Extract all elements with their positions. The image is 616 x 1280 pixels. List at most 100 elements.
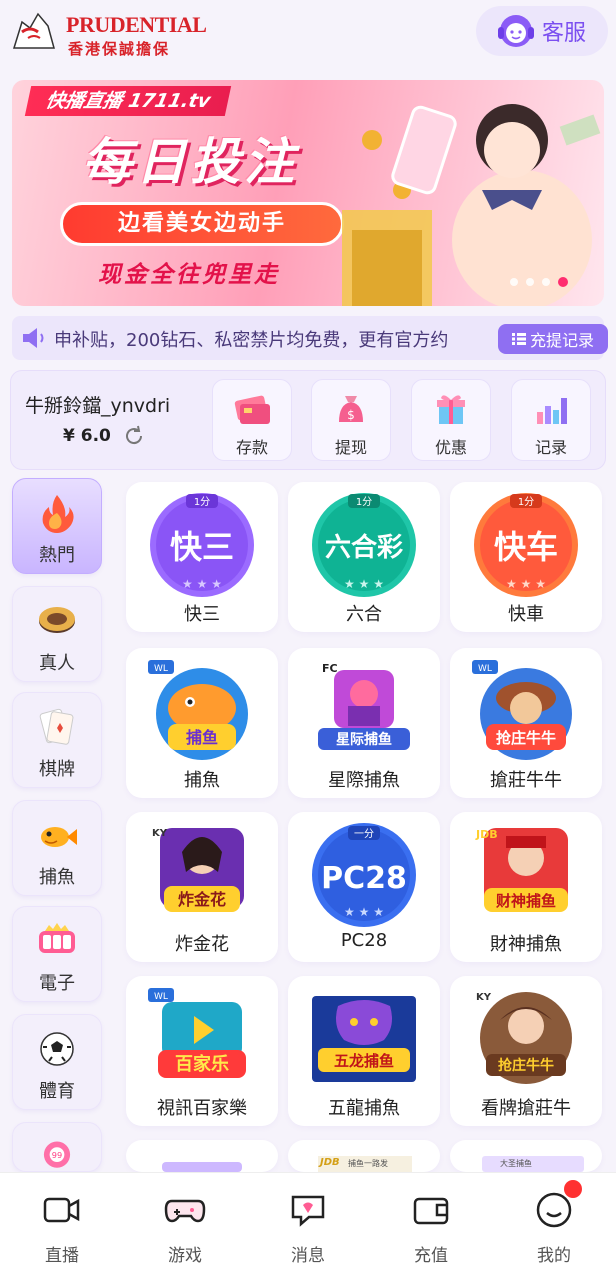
nav-label: 游戏 [168, 1246, 202, 1266]
game-card-partial-ky[interactable]: 大圣捕鱼 [450, 1140, 602, 1172]
wallet-icon [413, 1197, 449, 1225]
promotions-label: 优惠 [434, 438, 467, 457]
fire-icon [42, 495, 74, 533]
fishing-game-icon: 捕鱼 WL [148, 660, 248, 760]
prudential-logo: PRUDENTIAL 香港保誠擔保 [8, 8, 207, 58]
svg-text:捕鱼: 捕鱼 [186, 728, 218, 747]
recharge-records-label: 充提记录 [529, 331, 594, 350]
records-button[interactable]: 记录 [511, 379, 591, 461]
bar-chart-icon [537, 398, 567, 424]
svg-text:百家乐: 百家乐 [175, 1053, 229, 1075]
game-card-pc28[interactable]: 一分 PC28 ★ ★ ★ PC28 [288, 812, 440, 962]
game-card-kanpai-niuniu[interactable]: 抢庄牛牛 KY 看牌搶莊牛 [450, 976, 602, 1126]
nav-games[interactable]: 游戏 [135, 1191, 235, 1267]
pagination-dot[interactable] [510, 278, 518, 286]
svg-text:炸金花: 炸金花 [178, 890, 226, 909]
partial-art [162, 1162, 242, 1172]
game-card-qiangzhuang-niuniu[interactable]: 抢庄牛牛 WL 搶莊牛牛 [450, 648, 602, 798]
chip-icon [39, 607, 75, 633]
nav-profile[interactable]: 我的 [504, 1191, 604, 1267]
category-label: 棋牌 [39, 759, 75, 780]
game-card-kuai3[interactable]: 1分 快三 ★ ★ ★ 快三 [126, 482, 278, 632]
nav-recharge[interactable]: 充值 [381, 1191, 481, 1267]
svg-text:抢庄牛牛: 抢庄牛牛 [498, 1057, 554, 1074]
pagination-dot[interactable] [542, 278, 550, 286]
niuniu-icon: 抢庄牛牛 WL [472, 660, 572, 760]
withdraw-button[interactable]: $ 提现 [311, 379, 391, 461]
svg-text:五龙捕鱼: 五龙捕鱼 [334, 1052, 394, 1070]
svg-text:1分: 1分 [518, 496, 534, 508]
svg-text:★ ★ ★: ★ ★ ★ [344, 577, 384, 591]
game-card-partial-jdb[interactable]: JDB 捕鱼一路发 [288, 1140, 440, 1172]
customer-service-label: 客服 [542, 21, 587, 46]
money-bag-icon: $ [339, 396, 363, 422]
category-sports[interactable]: 體育 [12, 1014, 102, 1110]
category-label: 體育 [39, 1081, 75, 1102]
svg-text:KY: KY [476, 992, 492, 1003]
promo-banner[interactable]: 快播直播 1711.tv 每日投注 边看美女边动手 现金全往兜里走 [12, 80, 604, 306]
game-card-baccarat[interactable]: 百家乐 WL 視訊百家樂 [126, 976, 278, 1126]
deposit-label: 存款 [235, 438, 268, 457]
pagination-dot[interactable] [526, 278, 534, 286]
svg-text:WL: WL [154, 992, 168, 1002]
category-live[interactable]: 真人 [12, 586, 102, 682]
game-card-zhajinhua[interactable]: 炸金花 KY 炸金花 [126, 812, 278, 962]
svg-text:六合彩: 六合彩 [325, 532, 403, 563]
username: 牛掰鈴鐺_ynvdri [25, 395, 171, 417]
svg-text:星际捕鱼: 星际捕鱼 [336, 731, 392, 748]
game-label: 捕魚 [184, 770, 220, 791]
zhajinhua-icon: 炸金花 KY [152, 828, 244, 912]
list-icon [511, 333, 526, 345]
nav-label: 直播 [45, 1246, 79, 1266]
lottery-ball-icon: 99 [43, 1141, 71, 1168]
jdb-logo-text: JDB [320, 1157, 340, 1168]
svg-text:KY: KY [152, 828, 168, 839]
refresh-icon[interactable] [123, 425, 145, 447]
svg-text:JDB: JDB [475, 828, 498, 841]
game-card-wulong-fishing[interactable]: 五龙捕鱼 五龍捕魚 [288, 976, 440, 1126]
banner-pagination [510, 277, 568, 287]
svg-text:FC: FC [322, 662, 338, 675]
category-lottery[interactable]: 99 [12, 1122, 102, 1172]
game-card-partial[interactable] [126, 1140, 278, 1172]
logo-subtitle: 香港保誠擔保 [68, 40, 171, 58]
deposit-button[interactable]: 存款 [212, 379, 292, 461]
customer-service-button[interactable]: 客服 [476, 6, 608, 56]
game-card-star-fishing[interactable]: 星际捕鱼 FC 星際捕魚 [288, 648, 440, 798]
category-label: 電子 [39, 973, 75, 994]
headset-icon [498, 15, 534, 47]
promotions-button[interactable]: 优惠 [411, 379, 491, 461]
top-bar: PRUDENTIAL 香港保誠擔保 客服 [0, 0, 616, 70]
notice-text: 申补贴，200钻石、私密禁片均免费，更有官方约 [54, 330, 449, 351]
nav-label: 消息 [291, 1246, 325, 1266]
category-hot[interactable]: 熱門 [12, 478, 102, 574]
banner-tag: 快播直播 1711.tv [24, 86, 232, 116]
game-card-liuhe[interactable]: 1分 六合彩 ★ ★ ★ 六合 [288, 482, 440, 632]
game-label: 六合 [346, 604, 382, 625]
game-label: 財神捕魚 [490, 934, 562, 955]
five-dragon-fishing-icon: 五龙捕鱼 [312, 996, 416, 1082]
category-slots[interactable]: 電子 [12, 906, 102, 1002]
svg-text:抢庄牛牛: 抢庄牛牛 [496, 729, 556, 747]
game-card-kuaiche[interactable]: 1分 快车 ★ ★ ★ 快車 [450, 482, 602, 632]
game-card-fishing[interactable]: 捕鱼 WL 捕魚 [126, 648, 278, 798]
slot-icon [39, 923, 75, 953]
category-fishing[interactable]: 捕魚 [12, 800, 102, 896]
pagination-dot-active[interactable] [558, 277, 568, 287]
category-label: 捕魚 [39, 867, 75, 888]
nav-label: 我的 [537, 1246, 571, 1266]
cards-icon [39, 708, 74, 745]
game-label: 星際捕魚 [328, 770, 400, 791]
nav-messages[interactable]: 消息 [258, 1191, 358, 1267]
records-label: 记录 [534, 438, 567, 457]
game-card-caishen-fishing[interactable]: 财神捕鱼 JDB 財神捕魚 [450, 812, 602, 962]
baccarat-icon: 百家乐 WL [148, 988, 246, 1078]
withdraw-label: 提现 [334, 438, 367, 457]
svg-text:快三: 快三 [170, 528, 234, 566]
notification-badge [564, 1180, 582, 1198]
nav-live[interactable]: 直播 [12, 1191, 112, 1267]
svg-text:1分: 1分 [356, 496, 372, 508]
svg-text:★ ★ ★: ★ ★ ★ [182, 577, 222, 591]
category-cards[interactable]: 棋牌 [12, 692, 102, 788]
recharge-records-button[interactable]: 充提记录 [498, 324, 608, 354]
